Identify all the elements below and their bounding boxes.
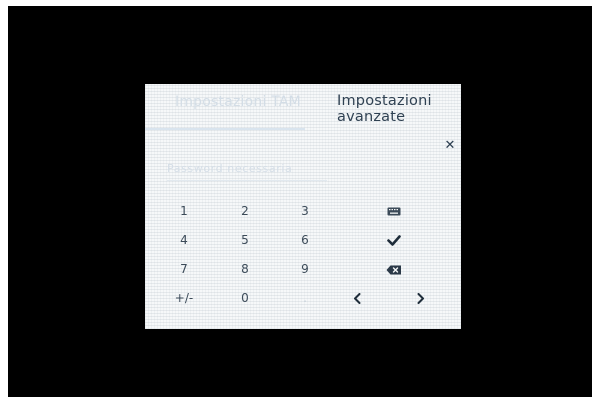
key-5[interactable]: 5	[220, 229, 270, 251]
close-icon[interactable]: ✕	[443, 139, 457, 153]
password-field[interactable]: Password necessaria	[167, 162, 327, 181]
key-plus-minus[interactable]: +/-	[159, 287, 209, 309]
settings-screen: Impostazioni TAM Impostazioni avanzate ✕…	[145, 84, 461, 329]
key-label: +/-	[174, 291, 194, 305]
key-label: 1	[180, 204, 188, 218]
key-label: 7	[180, 262, 188, 276]
key-4[interactable]: 4	[159, 229, 209, 251]
key-label: 2	[241, 204, 249, 218]
keyboard-icon	[387, 207, 401, 216]
key-2[interactable]: 2	[220, 200, 270, 222]
key-0[interactable]: 0	[220, 287, 270, 309]
confirm-key[interactable]	[369, 229, 419, 251]
key-label: 9	[301, 262, 309, 276]
key-decimal[interactable]: .	[280, 287, 330, 309]
key-8[interactable]: 8	[220, 258, 270, 280]
tab-tam-settings-label: Impostazioni TAM	[175, 94, 301, 110]
key-1[interactable]: 1	[159, 200, 209, 222]
key-label: 3	[301, 204, 309, 218]
backspace-key[interactable]	[369, 258, 419, 280]
key-label: 5	[241, 233, 249, 247]
right-arrow-key[interactable]	[401, 287, 441, 309]
tab-advanced-settings[interactable]: Impostazioni avanzate	[337, 93, 457, 125]
active-tab-underline	[145, 128, 305, 130]
tab-advanced-settings-label: Impostazioni avanzate	[337, 93, 432, 125]
left-arrow-key[interactable]	[337, 287, 377, 309]
key-9[interactable]: 9	[280, 258, 330, 280]
arrow-left-icon	[354, 293, 361, 304]
check-icon	[387, 235, 401, 246]
key-7[interactable]: 7	[159, 258, 209, 280]
backspace-icon	[386, 265, 401, 274]
key-3[interactable]: 3	[280, 200, 330, 222]
key-label: .	[303, 291, 307, 305]
keyboard-key[interactable]	[369, 200, 419, 222]
key-label: 6	[301, 233, 309, 247]
key-label: 0	[241, 291, 249, 305]
key-label: 4	[180, 233, 188, 247]
tab-tam-settings[interactable]: Impostazioni TAM	[175, 94, 301, 110]
key-6[interactable]: 6	[280, 229, 330, 251]
key-label: 8	[241, 262, 249, 276]
arrow-right-icon	[417, 293, 424, 304]
password-placeholder: Password necessaria	[167, 162, 293, 175]
